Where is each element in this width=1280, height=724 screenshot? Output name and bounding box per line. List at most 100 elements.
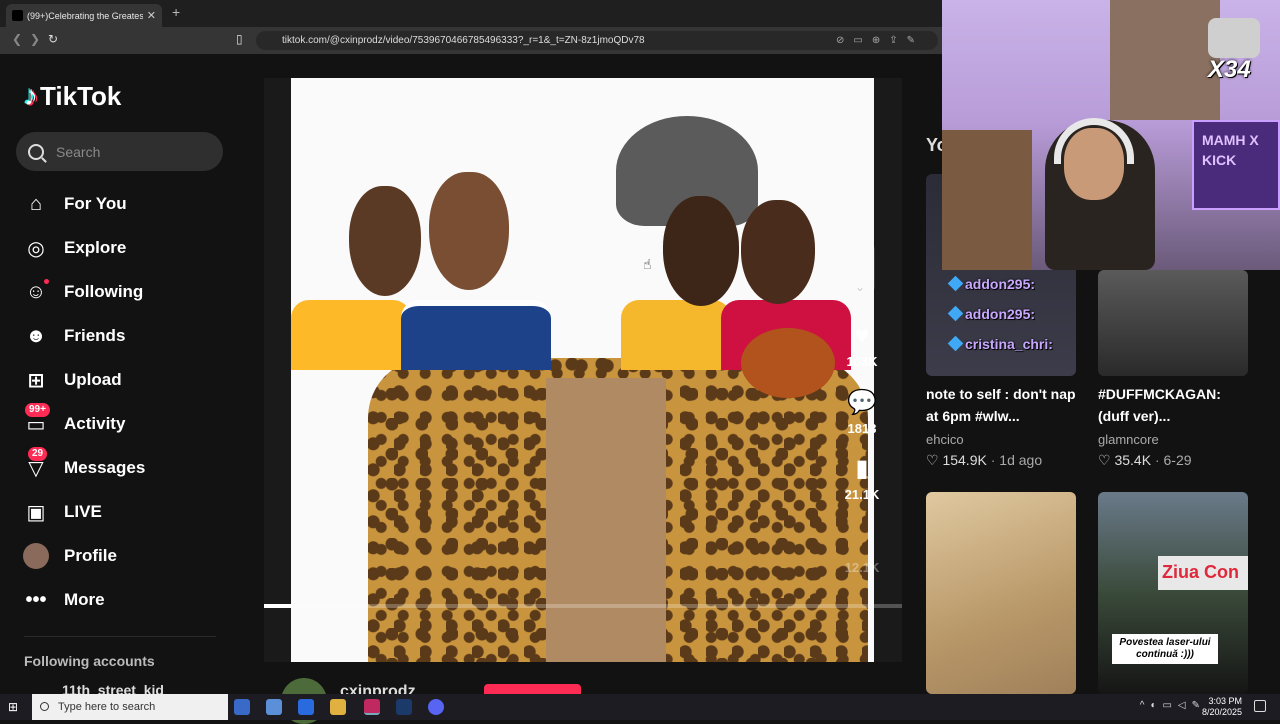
- sidebar-divider: [24, 636, 216, 637]
- taskbar-search-placeholder: Type here to search: [58, 701, 156, 713]
- mouse-cursor-icon: ☝: [643, 256, 652, 272]
- chat-username: addon295:: [965, 306, 1036, 322]
- discord-icon[interactable]: [428, 699, 444, 715]
- video-jersey-yellow: [291, 300, 411, 370]
- tab-title: (99+)Celebrating the Greatest: [27, 10, 143, 21]
- share-count: 12.1K: [844, 560, 880, 575]
- sidebar-item-following[interactable]: ☺ Following: [22, 277, 143, 307]
- task-view-icon[interactable]: [234, 699, 250, 715]
- save-button[interactable]: ▮ 21.1K: [842, 454, 882, 502]
- video-player-head: [349, 186, 421, 296]
- url-field[interactable]: tiktok.com/@cxinprodz/video/753967046678…: [256, 31, 938, 50]
- file-explorer-icon[interactable]: [330, 699, 346, 715]
- new-tab-button[interactable]: +: [172, 4, 180, 20]
- thumbnail-banner: Ziua Con: [1158, 556, 1248, 590]
- heart-icon: ♥: [854, 322, 870, 349]
- browser-tab-bar: (99+)Celebrating the Greatest ✕ +: [0, 0, 942, 27]
- chat-badge-icon: [947, 305, 964, 322]
- sidebar-item-messages[interactable]: ▽ 29 Messages: [22, 447, 145, 483]
- previous-video-button[interactable]: ⌄: [845, 236, 875, 300]
- video-progress-fill: [264, 604, 292, 608]
- video-card-author[interactable]: ehcico: [926, 432, 964, 447]
- tiktok-logo[interactable]: ♪ TikTok: [24, 80, 121, 112]
- comment-count: 1813: [847, 421, 877, 436]
- sidebar-item-friends[interactable]: ☻ Friends: [22, 321, 125, 351]
- like-button[interactable]: ♥ 108K: [842, 322, 882, 369]
- send-icon: ▽ 29: [22, 447, 50, 482]
- video-player-head: [741, 200, 815, 304]
- sidebar-item-label: For You: [64, 194, 127, 213]
- chat-badge-icon: [947, 335, 964, 352]
- chat-username: addon295:: [965, 276, 1036, 292]
- system-tray-icons[interactable]: ^◐▭◁✎: [1140, 700, 1206, 711]
- url-text: tiktok.com/@cxinprodz/video/753967046678…: [282, 35, 645, 46]
- video-basketball: [741, 328, 835, 398]
- heart-outline-icon: ♡: [1098, 452, 1111, 468]
- taskbar-clock[interactable]: 3:03 PM 8/20/2025: [1202, 696, 1242, 718]
- search-placeholder: Search: [56, 143, 101, 160]
- copilot-icon[interactable]: [266, 699, 282, 715]
- notification-icon[interactable]: [1254, 700, 1266, 712]
- chat-message: cristina_chri:: [947, 335, 1053, 352]
- notification-dot: [44, 279, 49, 284]
- clock-date: 8/20/2025: [1201, 707, 1242, 717]
- chat-badge-icon: [947, 275, 964, 292]
- back-icon[interactable]: ❮: [12, 32, 22, 46]
- sidebar-item-activity[interactable]: ▭ 99+ Activity: [22, 403, 125, 439]
- chat-username: cristina_chri:: [965, 336, 1053, 352]
- like-count: 108K: [846, 354, 878, 369]
- sidebar-item-explore[interactable]: ◎ Explore: [22, 233, 126, 263]
- dot-separator: ·: [990, 452, 996, 468]
- tiktok-favicon-icon: [12, 10, 23, 21]
- video-card-likes: ♡ 154.9K · 1d ago: [926, 452, 1042, 469]
- home-icon: ⌂: [29, 192, 43, 215]
- sidebar-item-label: LIVE: [64, 502, 102, 521]
- close-tab-icon[interactable]: ✕: [147, 9, 156, 22]
- messages-badge: 29: [28, 447, 48, 461]
- post-date: 1d ago: [999, 452, 1043, 468]
- webcam-shelf: [942, 130, 1032, 270]
- steam-icon[interactable]: [396, 699, 412, 715]
- sidebar-item-upload[interactable]: ⊞ Upload: [22, 365, 122, 395]
- browser-tab[interactable]: (99+)Celebrating the Greatest ✕: [6, 4, 162, 27]
- like-count: 35.4K: [1114, 452, 1152, 468]
- windows-taskbar: ⊞ Type here to search ^◐▭◁✎ 3:03 PM 8/20…: [0, 694, 1280, 720]
- webcam-wall-poster: [1110, 0, 1220, 120]
- video-card-thumbnail[interactable]: [1098, 270, 1248, 376]
- sidebar-item-for-you[interactable]: ⌂ For You: [22, 189, 127, 219]
- sidebar-item-label: Explore: [64, 238, 127, 257]
- video-card-thumbnail[interactable]: Ziua Con Povestea laser-ului continuă :)…: [1098, 492, 1248, 694]
- windows-start-icon[interactable]: ⊞: [8, 700, 18, 714]
- tiktok-note-icon: ♪: [24, 80, 38, 111]
- address-bar-actions[interactable]: ⊘▭⊕⇪✎: [836, 31, 924, 50]
- address-bar-row: ❮ ❯ ↻ ▯ tiktok.com/@cxinprodz/video/7539…: [0, 27, 942, 54]
- gift-counter: X34: [1208, 56, 1251, 83]
- video-progress-track[interactable]: [264, 604, 902, 608]
- video-player-head: [429, 172, 509, 290]
- sidebar: ♪ TikTok Search ⌂ For You ◎ Explore ☺ Fo…: [0, 54, 240, 694]
- video-card-author[interactable]: glamncore: [1098, 432, 1159, 447]
- following-account-item[interactable]: 11th_street_kid: [62, 682, 164, 694]
- video-card-title[interactable]: note to self : don't nap at 6pm #wlw...: [926, 383, 1076, 427]
- search-icon: [40, 702, 49, 711]
- sidebar-item-profile[interactable]: Profile: [22, 541, 117, 571]
- save-count: 21.1K: [844, 487, 880, 502]
- sidebar-item-label: More: [64, 590, 105, 609]
- browser-app-icon[interactable]: [364, 699, 380, 715]
- tv-icon: ▣: [26, 501, 46, 524]
- activity-badge: 99+: [25, 403, 50, 417]
- video-card-title[interactable]: #DUFFMCKAGAN: (duff ver)...: [1098, 383, 1248, 427]
- sidebar-item-live[interactable]: ▣ LIVE: [22, 497, 102, 527]
- taskbar-search-input[interactable]: Type here to search: [32, 694, 228, 720]
- comment-button[interactable]: 💬 1813: [842, 388, 882, 436]
- video-player[interactable]: ☝: [291, 78, 874, 662]
- video-card-thumbnail[interactable]: [926, 492, 1076, 694]
- share-button[interactable]: 12.1K: [842, 560, 882, 575]
- forward-icon[interactable]: ❯: [30, 32, 40, 46]
- bookmark-icon[interactable]: ▯: [236, 32, 243, 46]
- sidebar-item-more[interactable]: ••• More: [22, 585, 105, 615]
- reload-icon[interactable]: ↻: [48, 32, 58, 46]
- post-date: 6-29: [1163, 452, 1192, 468]
- edge-icon[interactable]: [298, 699, 314, 715]
- search-input[interactable]: Search: [16, 132, 223, 171]
